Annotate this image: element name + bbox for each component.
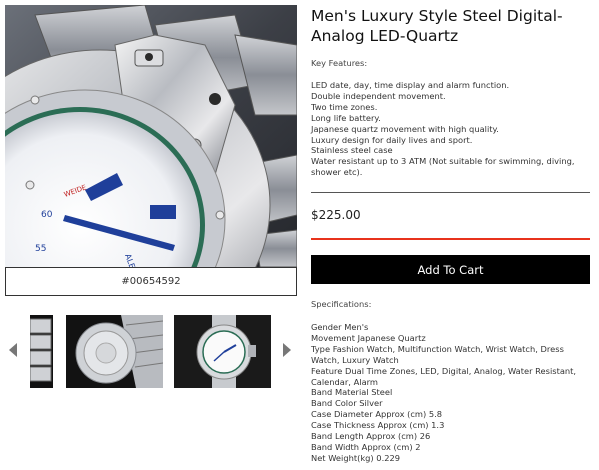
watch-closeup-image: 60 55 WEIDE ALE <box>5 5 297 267</box>
product-price: $225.00 <box>311 208 361 222</box>
key-features-list: LED date, day, time display and alarm fu… <box>311 80 591 178</box>
chevron-left-icon[interactable] <box>9 343 17 357</box>
main-product-image[interactable]: 60 55 WEIDE ALE <box>5 5 297 267</box>
list-item: LED date, day, time display and alarm fu… <box>311 80 510 90</box>
watch-caseback-thumbnail <box>66 315 163 388</box>
specifications-heading: Specifications: <box>311 299 372 309</box>
list-item: Band Width Approx (cm) 2 <box>311 441 421 452</box>
list-item: Type Fashion Watch, Multifunction Watch,… <box>311 343 564 365</box>
list-item: Net Weight(kg) 0.229 <box>311 452 401 463</box>
svg-text:55: 55 <box>35 244 46 254</box>
list-item: Case Diameter Approx (cm) 5.8 <box>311 409 443 420</box>
list-item: Luxury design for daily lives and sport. <box>311 134 473 145</box>
list-item: Band Color Silver <box>311 398 383 409</box>
thumbnail-2[interactable] <box>66 315 163 388</box>
list-item: Gender Men's <box>311 322 369 332</box>
thumbnail-1[interactable] <box>30 315 53 388</box>
list-item: Movement Japanese Quartz <box>311 332 426 343</box>
specifications-list: Gender Men's Movement Japanese Quartz Ty… <box>311 322 591 464</box>
list-item: Feature Dual Time Zones, LED, Digital, A… <box>311 365 577 387</box>
product-title: Men's Luxury Style Steel Digital-Analog … <box>311 7 563 45</box>
list-item: Two time zones. <box>311 101 378 112</box>
chevron-right-icon[interactable] <box>283 343 291 357</box>
accent-divider <box>311 238 590 240</box>
list-item: Long life battery. <box>311 112 381 123</box>
list-item: Case Thickness Approx (cm) 1.3 <box>311 420 445 431</box>
watch-band-thumbnail <box>30 315 53 388</box>
list-item: Double independent movement. <box>311 90 446 101</box>
key-features-heading: Key Features: <box>311 58 368 68</box>
svg-text:60: 60 <box>41 210 53 220</box>
watch-front-thumbnail <box>174 315 271 388</box>
list-item: Band Length Approx (cm) 26 <box>311 431 431 442</box>
list-item: Band Material Steel <box>311 387 393 398</box>
list-item: Stainless steel case <box>311 145 393 156</box>
list-item: Japanese quartz movement with high quali… <box>311 123 499 134</box>
divider <box>311 192 590 193</box>
thumbnail-3[interactable] <box>174 315 271 388</box>
list-item: Water resistant up to 3 ATM (Not suitabl… <box>311 156 575 178</box>
add-to-cart-button[interactable]: Add To Cart <box>311 255 590 284</box>
product-sku: #00654592 <box>5 267 297 296</box>
